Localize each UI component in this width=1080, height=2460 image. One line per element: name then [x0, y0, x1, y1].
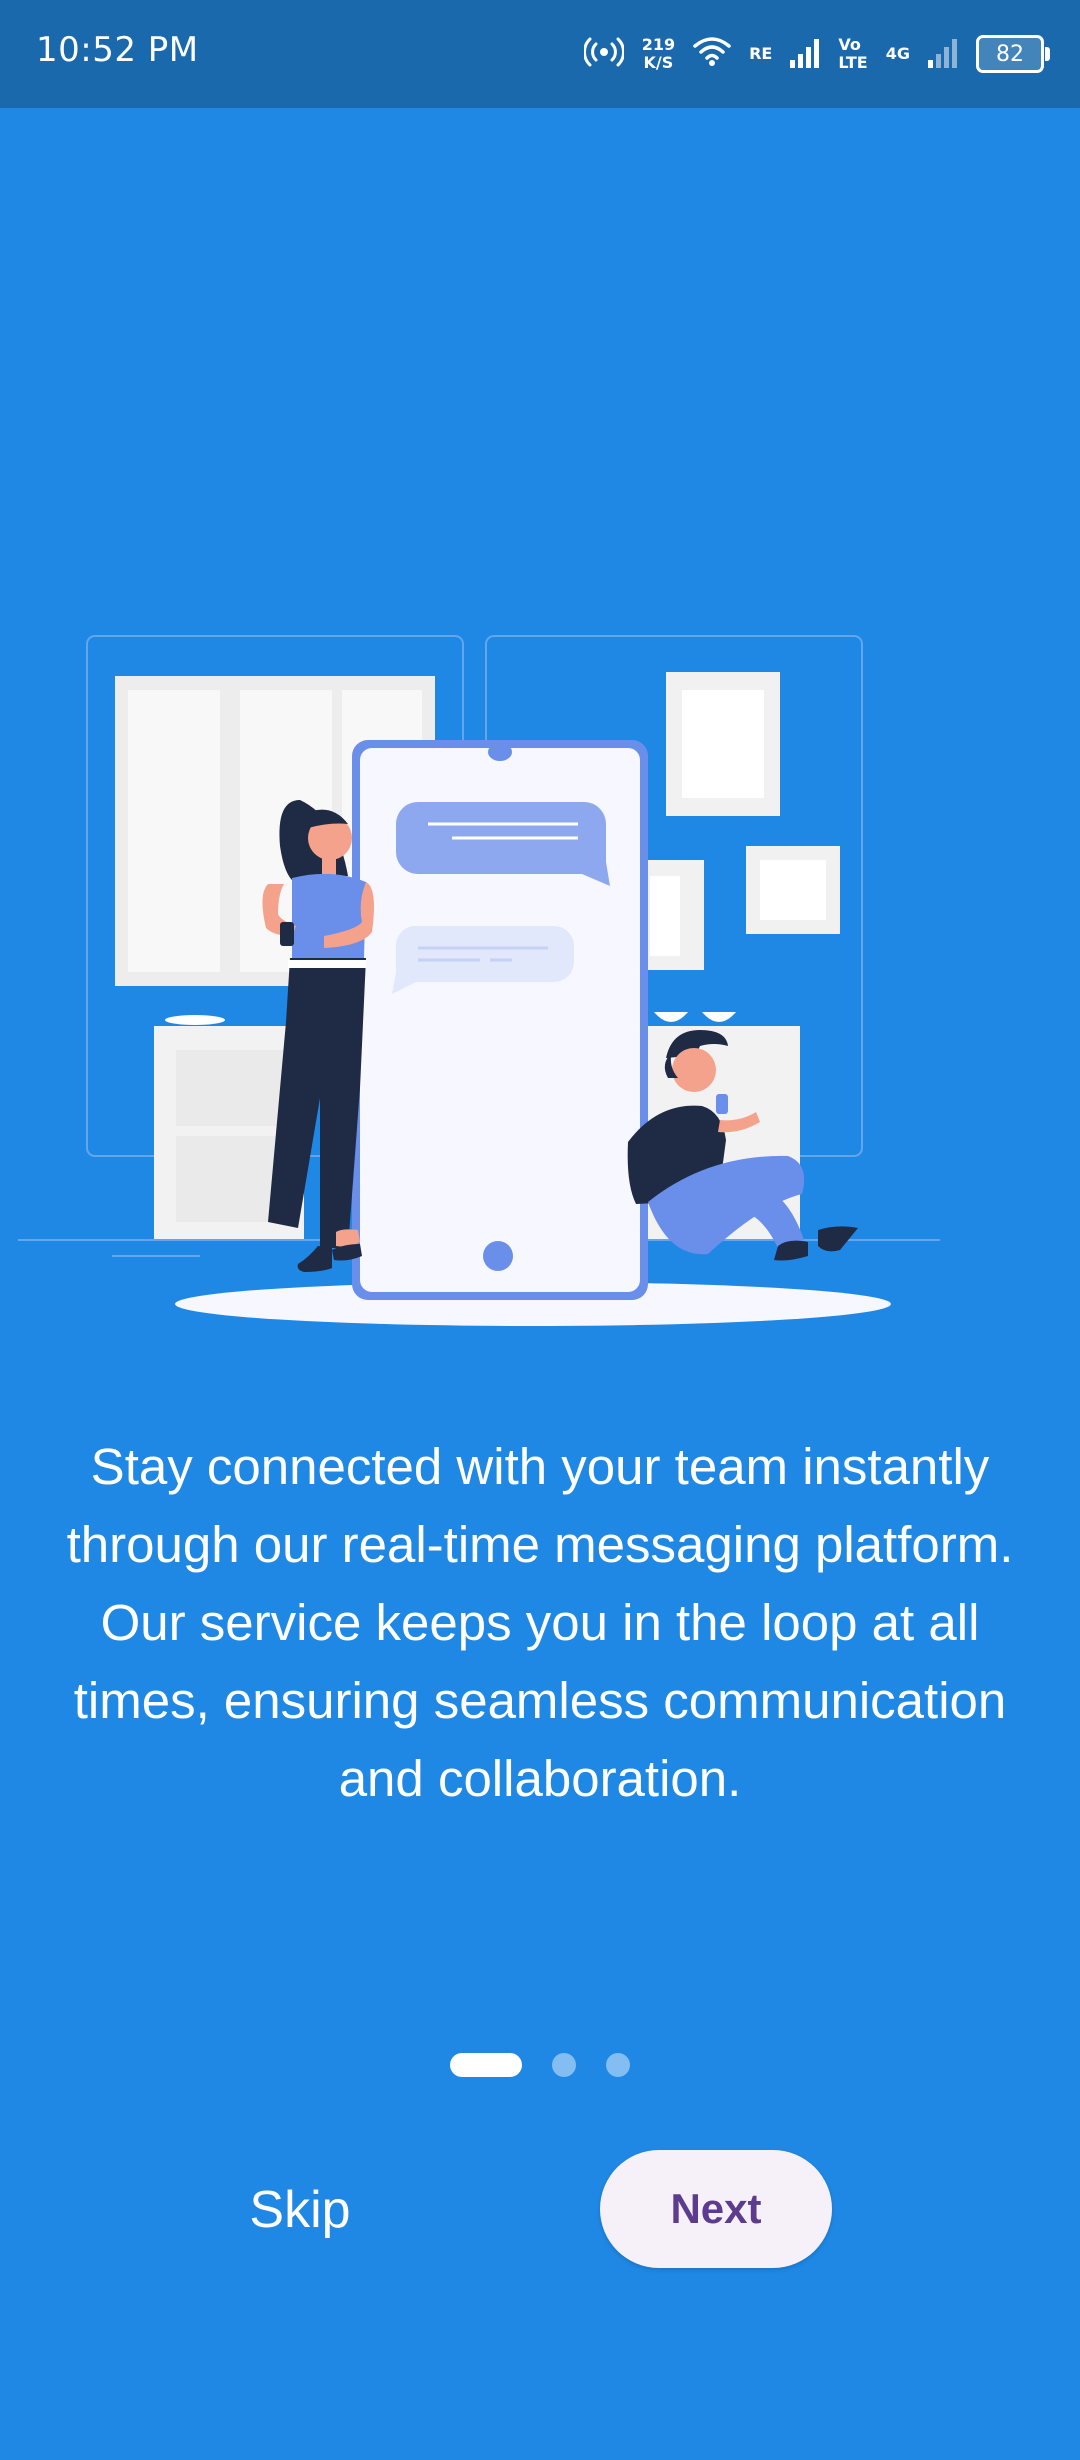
skip-button[interactable]: Skip [200, 2160, 400, 2260]
page-indicator [0, 2052, 1080, 2078]
status-icons: 219 K/S RE Vo LTE 4G 82 [582, 30, 1050, 78]
network-speed-value: 219 [641, 35, 676, 54]
status-time: 10:52 PM [36, 30, 199, 70]
signal-icon [928, 36, 958, 73]
page-indicator-dot [606, 2053, 630, 2077]
hotspot-icon [582, 34, 625, 75]
wifi-icon [693, 36, 731, 73]
signal-icon [790, 36, 820, 73]
network-label-4g: 4G [885, 44, 910, 63]
next-button-label: Next [670, 2185, 762, 2232]
network-speed-unit: K/S [643, 53, 674, 72]
battery-level: 82 [996, 41, 1024, 67]
network-label-re: RE [749, 44, 773, 63]
page-indicator-dot-active [450, 2053, 522, 2077]
onboarding-illustration [0, 620, 1080, 1340]
status-bar: 10:52 PM 219 K/S RE Vo LTE 4G 82 [0, 0, 1080, 108]
onboarding-description: Stay connected with your team instantly … [66, 1438, 1014, 1807]
page-indicator-dot [552, 2053, 576, 2077]
onboarding-screen: 10:52 PM 219 K/S RE Vo LTE 4G 82 Stay co… [0, 0, 1080, 2460]
network-speed: 219 K/S [642, 36, 675, 72]
network-label-volte: Vo LTE [838, 35, 868, 72]
next-button[interactable]: Next [600, 2150, 832, 2268]
battery-icon: 82 [976, 35, 1050, 73]
